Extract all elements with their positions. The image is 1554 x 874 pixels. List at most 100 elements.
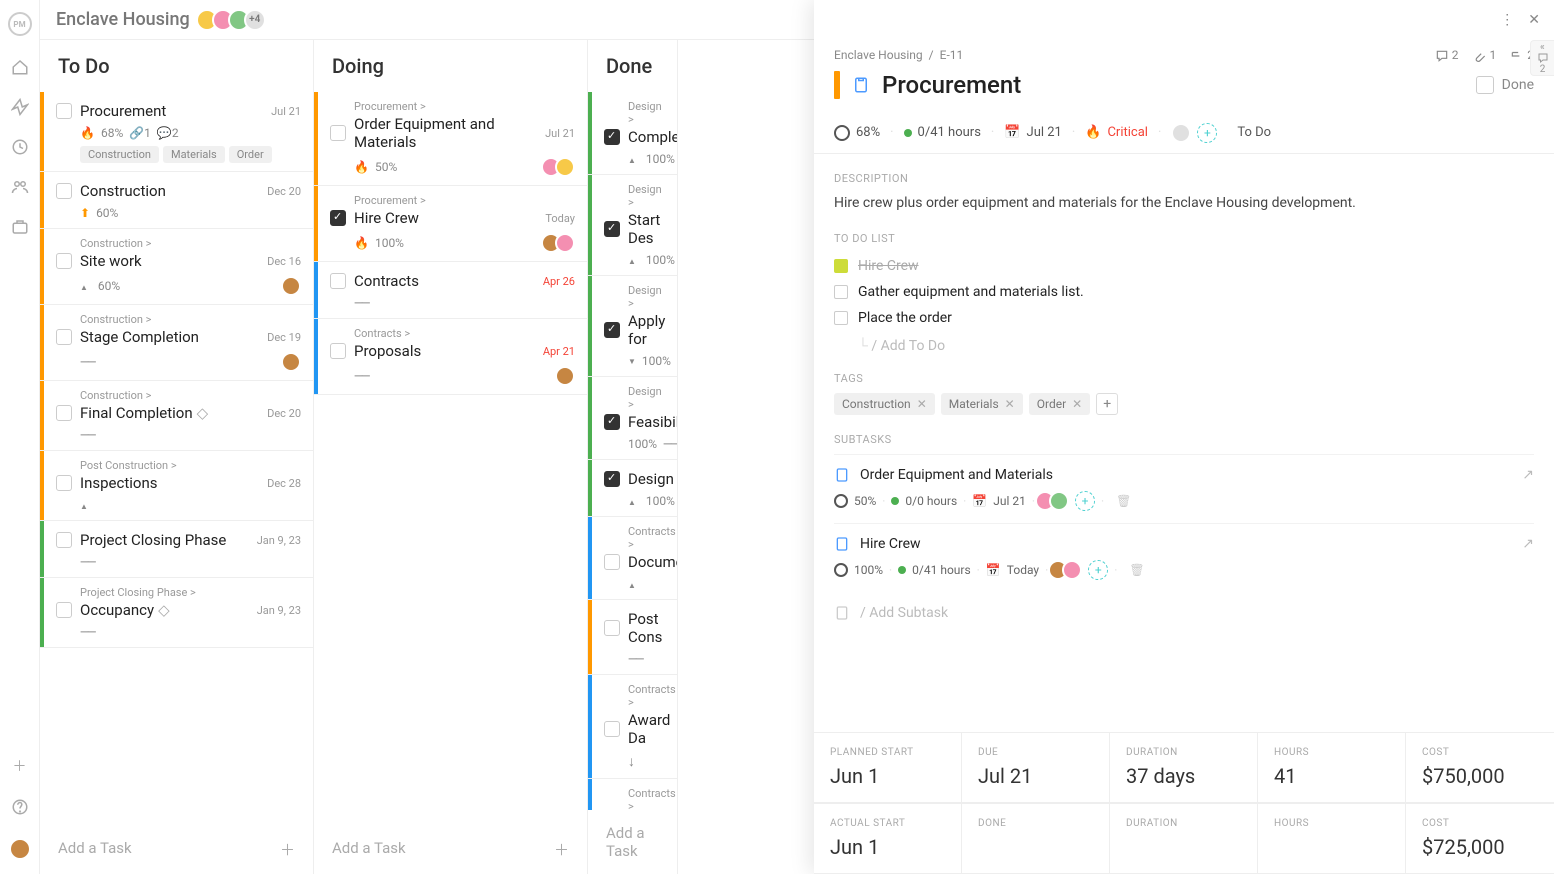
task-card[interactable]: Contracts >Documen	[588, 517, 677, 600]
task-checkbox[interactable]	[56, 532, 72, 548]
todo-item[interactable]: Hire Crew	[834, 253, 1534, 279]
task-card[interactable]: Contracts >ProposalsApr 21——	[314, 319, 587, 395]
task-card[interactable]: Design >Complete100%	[588, 92, 677, 175]
tag-chip[interactable]: Construction✕	[834, 393, 935, 415]
status[interactable]: To Do	[1237, 125, 1271, 140]
people-icon[interactable]	[11, 178, 29, 196]
delete-icon[interactable]: 🗑	[1129, 563, 1144, 577]
task-card[interactable]: Design >Feasibility100%——	[588, 377, 677, 460]
assignee-avatar[interactable]	[555, 233, 575, 253]
task-card[interactable]: Post Cons——	[588, 600, 677, 675]
delete-icon[interactable]: 🗑	[1116, 494, 1131, 508]
task-card[interactable]: Project Closing Phase >OccupancyJan 9, 2…	[40, 578, 313, 648]
task-checkbox[interactable]	[604, 221, 620, 237]
assignee-avatar[interactable]	[1062, 560, 1082, 580]
hours[interactable]: 0/41 hours	[918, 125, 981, 140]
task-checkbox[interactable]	[604, 620, 620, 636]
open-subtask-icon[interactable]: ↗	[1522, 536, 1534, 552]
tag-chip[interactable]: Materials✕	[941, 393, 1023, 415]
todo-item[interactable]: Place the order	[834, 305, 1534, 331]
tag-chip[interactable]: Materials	[163, 146, 225, 163]
remove-tag-icon[interactable]: ✕	[1072, 397, 1082, 411]
more-icon[interactable]: ⋮	[1500, 12, 1514, 28]
task-checkbox[interactable]	[330, 273, 346, 289]
clock-icon[interactable]	[11, 138, 29, 156]
task-checkbox[interactable]	[604, 471, 620, 487]
priority[interactable]: Critical	[1107, 125, 1147, 140]
task-checkbox[interactable]	[604, 414, 620, 430]
add-subtask-button[interactable]: / Add Subtask	[834, 592, 1534, 632]
tag-chip[interactable]: Order✕	[1029, 393, 1090, 415]
add-assignee-button[interactable]: +	[1088, 560, 1108, 580]
add-task-button[interactable]: Add a Task	[588, 810, 677, 874]
due-date[interactable]: Jul 21	[1027, 125, 1062, 140]
assignee-avatar[interactable]	[1171, 123, 1191, 143]
task-card[interactable]: Design >Start Des100%	[588, 175, 677, 276]
task-checkbox[interactable]	[56, 405, 72, 421]
task-card[interactable]: ProcurementJul 21🔥68%🔗1💬2ConstructionMat…	[40, 92, 313, 172]
assignee-avatar[interactable]	[281, 276, 301, 296]
task-card[interactable]: Project Closing PhaseJan 9, 23——	[40, 521, 313, 578]
task-card[interactable]: Construction >Final CompletionDec 20——	[40, 381, 313, 451]
task-checkbox[interactable]	[604, 554, 620, 570]
task-checkbox[interactable]	[56, 329, 72, 345]
task-checkbox[interactable]	[56, 183, 72, 199]
percent-complete[interactable]: 68%	[856, 125, 880, 140]
task-card[interactable]: ConstructionDec 20⬆60%	[40, 172, 313, 229]
task-card[interactable]: Construction >Stage CompletionDec 19——	[40, 305, 313, 381]
task-checkbox[interactable]	[604, 721, 620, 737]
comments-tab[interactable]: » 2	[1530, 40, 1554, 76]
task-card[interactable]: Design100%	[588, 460, 677, 517]
tag-chip[interactable]: Construction	[80, 146, 159, 163]
activity-icon[interactable]	[11, 98, 29, 116]
add-todo-button[interactable]: └ / Add To Do	[834, 331, 1534, 354]
project-members[interactable]: +4	[202, 9, 266, 31]
task-checkbox[interactable]	[604, 322, 620, 338]
add-assignee-button[interactable]: +	[1075, 491, 1095, 511]
add-task-button[interactable]: Add a Task＋	[314, 825, 587, 874]
task-checkbox[interactable]	[330, 125, 346, 141]
task-checkbox[interactable]	[604, 129, 620, 145]
open-subtask-icon[interactable]: ↗	[1522, 467, 1534, 483]
task-checkbox[interactable]	[56, 475, 72, 491]
task-card[interactable]: Construction >Site workDec 1660%	[40, 229, 313, 305]
task-checkbox[interactable]	[56, 253, 72, 269]
remove-tag-icon[interactable]: ✕	[917, 397, 927, 411]
assignee-avatar[interactable]	[1049, 491, 1069, 511]
task-card[interactable]: Post Construction >InspectionsDec 28	[40, 451, 313, 521]
task-card[interactable]: Contracts >Bid Date——	[588, 779, 677, 810]
todo-item[interactable]: Gather equipment and materials list.	[834, 279, 1534, 305]
comments-count[interactable]: 2	[1435, 48, 1459, 63]
attachments-count[interactable]: 1	[1473, 48, 1497, 63]
task-card[interactable]: Contracts >Award Da	[588, 675, 677, 779]
task-card[interactable]: Design >Apply for▼100%	[588, 276, 677, 377]
assignee-avatar[interactable]	[555, 366, 575, 386]
add-tag-button[interactable]: +	[1096, 393, 1118, 415]
home-icon[interactable]	[11, 58, 29, 76]
done-toggle[interactable]: Done	[1476, 76, 1534, 94]
task-card[interactable]: Procurement >Hire CrewToday🔥100%	[314, 186, 587, 262]
remove-tag-icon[interactable]: ✕	[1005, 397, 1015, 411]
subtask-item[interactable]: Hire Crew↗ 100%·0/41 hours·📅Today·+·🗑	[834, 523, 1534, 592]
task-card[interactable]: ContractsApr 26——	[314, 262, 587, 319]
subtask-item[interactable]: Order Equipment and Materials↗ 50%·0/0 h…	[834, 454, 1534, 523]
todo-checkbox[interactable]	[834, 259, 848, 273]
task-title[interactable]: Procurement	[882, 71, 1021, 99]
task-checkbox[interactable]	[56, 602, 72, 618]
assignee-avatar[interactable]	[281, 352, 301, 372]
close-icon[interactable]: ✕	[1528, 12, 1540, 28]
task-checkbox[interactable]	[330, 210, 346, 226]
task-checkbox[interactable]	[330, 343, 346, 359]
todo-checkbox[interactable]	[834, 311, 848, 325]
briefcase-icon[interactable]	[11, 218, 29, 236]
breadcrumb-project[interactable]: Enclave Housing	[834, 48, 923, 62]
add-assignee-button[interactable]: +	[1197, 123, 1217, 143]
plus-icon[interactable]: ＋	[13, 756, 27, 776]
help-icon[interactable]	[11, 798, 29, 816]
task-card[interactable]: Procurement >Order Equipment and Materia…	[314, 92, 587, 186]
tag-chip[interactable]: Order	[229, 146, 272, 163]
todo-checkbox[interactable]	[834, 285, 848, 299]
add-task-button[interactable]: Add a Task＋	[40, 825, 313, 874]
user-avatar[interactable]	[9, 838, 31, 860]
pm-logo[interactable]: PM	[8, 12, 32, 36]
